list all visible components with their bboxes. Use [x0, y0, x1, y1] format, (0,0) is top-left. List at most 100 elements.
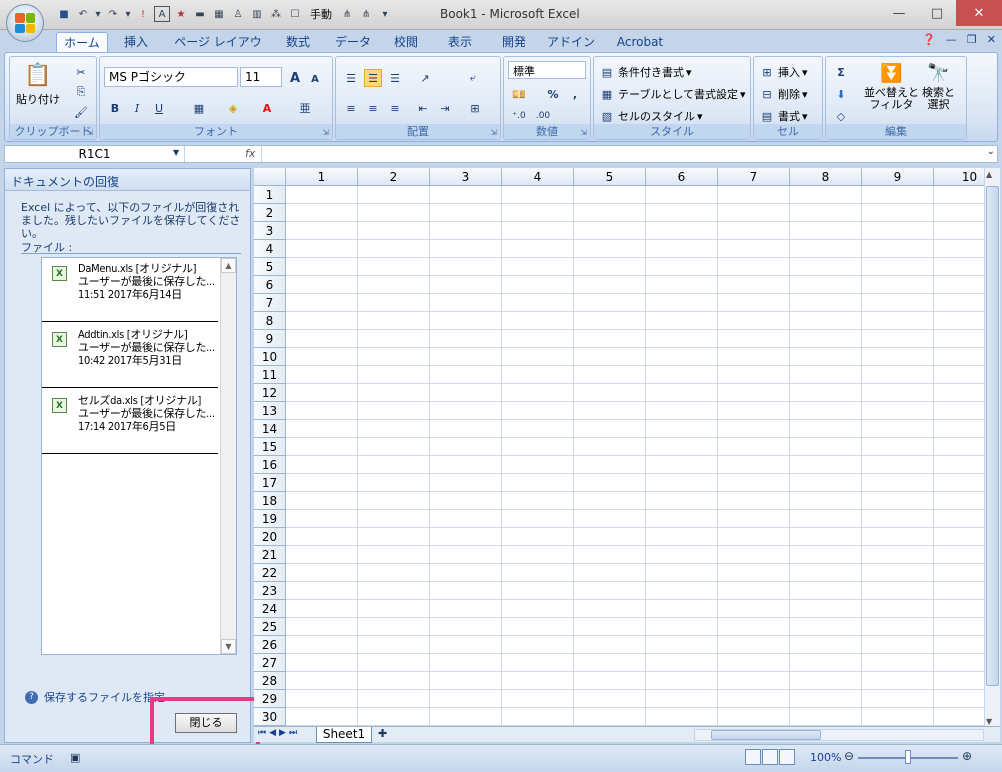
help-link[interactable]: ? 保存するファイルを指定 [25, 689, 165, 705]
row-header[interactable]: 10 [254, 348, 286, 366]
normal-view-button[interactable] [745, 749, 761, 765]
tab-page-layout[interactable]: ページ レイアウト [172, 32, 264, 69]
comma-button[interactable]: , [566, 85, 584, 103]
star-icon[interactable]: ★ [173, 6, 189, 22]
insert-cells-button[interactable]: ⊞ 挿入 ▾ [758, 63, 807, 81]
row-header[interactable]: 14 [254, 420, 286, 438]
zoom-level[interactable]: 100% [810, 751, 841, 764]
tab-view[interactable]: 表示 [440, 32, 480, 52]
font-launcher-icon[interactable]: ⇲ [322, 128, 329, 137]
tree2-icon[interactable]: ⋔ [358, 6, 374, 22]
dots-icon[interactable]: ⁂ [268, 6, 284, 22]
tab-developer[interactable]: 開発 [494, 32, 534, 52]
font-size-select[interactable]: 11 [240, 67, 282, 87]
scroll-up-icon[interactable]: ▲ [221, 258, 236, 273]
select-all-corner[interactable] [254, 168, 286, 186]
sheet-tab[interactable]: Sheet1 [316, 727, 372, 743]
align-middle-icon[interactable]: ☰ [364, 69, 382, 87]
customize-qat-icon[interactable]: ▾ [377, 6, 393, 22]
tab-home[interactable]: ホーム [56, 32, 108, 52]
font-color-icon[interactable]: A [258, 99, 276, 117]
fill-icon[interactable]: ⬇ [832, 85, 850, 103]
align-top-icon[interactable]: ☰ [342, 69, 360, 87]
percent-button[interactable]: % [544, 85, 562, 103]
list-item[interactable]: X セルズda.xls [オリジナル] ユーザーが最後に保存した... 17:1… [42, 390, 218, 454]
cell-area[interactable] [286, 186, 984, 728]
insert-function-button[interactable]: fx [245, 147, 255, 160]
checkbox-icon[interactable]: ☐ [287, 6, 303, 22]
ribbon-close-icon[interactable]: ✕ [987, 33, 996, 46]
increase-decimal-icon[interactable]: ⁺.0 [510, 107, 528, 125]
formula-input[interactable] [265, 147, 985, 161]
currency-icon[interactable]: 💴 [510, 85, 528, 103]
horizontal-scrollbar[interactable] [694, 729, 984, 741]
column-header[interactable]: 1 [286, 168, 358, 186]
bold-button[interactable]: B [106, 99, 124, 117]
row-header[interactable]: 2 [254, 204, 286, 222]
vertical-scroll-thumb[interactable] [986, 186, 999, 686]
borders-icon[interactable]: ▦ [190, 99, 208, 117]
list-item[interactable]: X DaMenu.xls [オリジナル] ユーザーが最後に保存した... 11:… [42, 258, 218, 322]
ribbon-restore-icon[interactable]: ❐ [967, 33, 977, 46]
row-header[interactable]: 15 [254, 438, 286, 456]
number-launcher-icon[interactable]: ⇲ [580, 128, 587, 137]
close-window-button[interactable]: ✕ [956, 0, 1002, 26]
column-header[interactable]: 4 [502, 168, 574, 186]
row-header[interactable]: 9 [254, 330, 286, 348]
row-header[interactable]: 13 [254, 402, 286, 420]
row-header[interactable]: 11 [254, 366, 286, 384]
help-icon[interactable]: ❓ [922, 33, 936, 46]
row-header[interactable]: 25 [254, 618, 286, 636]
file-list-scrollbar[interactable]: ▲ ▼ [220, 258, 236, 654]
row-header[interactable]: 4 [254, 240, 286, 258]
tree-icon[interactable]: ⋔ [339, 6, 355, 22]
zoom-slider-thumb[interactable] [905, 750, 911, 764]
cell-styles-button[interactable]: ▧ セルのスタイル ▾ [598, 107, 703, 125]
tab-acrobat[interactable]: Acrobat [610, 32, 670, 52]
clear-icon[interactable]: ◇ [832, 107, 850, 125]
row-header[interactable]: 16 [254, 456, 286, 474]
row-header[interactable]: 8 [254, 312, 286, 330]
row-header[interactable]: 29 [254, 690, 286, 708]
vertical-scrollbar[interactable]: ▲ ▼ [984, 168, 1000, 728]
row-header[interactable]: 3 [254, 222, 286, 240]
format-as-table-button[interactable]: ▦ テーブルとして書式設定 ▾ [598, 85, 746, 103]
column-header[interactable]: 2 [358, 168, 430, 186]
name-box-dropdown-icon[interactable]: ▼ [173, 148, 179, 157]
wrap-text-icon[interactable]: ⤶ [464, 69, 482, 87]
row-header[interactable]: 18 [254, 492, 286, 510]
shrink-font-button[interactable]: A [306, 70, 324, 88]
row-header[interactable]: 19 [254, 510, 286, 528]
delete-cells-button[interactable]: ⊟ 削除 ▾ [758, 85, 807, 103]
row-header[interactable]: 23 [254, 582, 286, 600]
column-header[interactable]: 6 [646, 168, 718, 186]
undo-dropdown-icon[interactable]: ▾ [94, 6, 102, 22]
paste-button[interactable]: 📋 貼り付け [16, 61, 60, 107]
align-right-icon[interactable]: ≡ [386, 99, 404, 117]
row-header[interactable]: 30 [254, 708, 286, 726]
table-icon[interactable]: ▦ [211, 6, 227, 22]
calc-manual-label[interactable]: 手動 [306, 6, 336, 22]
tab-addins[interactable]: アドイン [544, 32, 598, 52]
copy-icon[interactable]: ⎘ [72, 83, 90, 101]
column-header[interactable]: 9 [862, 168, 934, 186]
page-break-view-button[interactable] [779, 749, 795, 765]
ribbon-minimize-icon[interactable]: — [946, 33, 957, 46]
person-icon[interactable]: ♙ [230, 6, 246, 22]
expand-formula-icon[interactable]: ⌄ [987, 146, 995, 157]
number-format-select[interactable]: 標準 [508, 61, 586, 79]
minimize-button[interactable]: — [880, 0, 918, 26]
align-left-icon[interactable]: ≡ [342, 99, 360, 117]
italic-button[interactable]: I [128, 99, 146, 117]
autosum-icon[interactable]: Σ [832, 63, 850, 81]
underline-button[interactable]: U [150, 99, 168, 117]
save-icon[interactable]: ■ [56, 6, 72, 22]
redo-icon[interactable]: ↷ [105, 6, 121, 22]
row-header[interactable]: 22 [254, 564, 286, 582]
format-painter-icon[interactable]: 🖌 [72, 103, 90, 121]
row-header[interactable]: 21 [254, 546, 286, 564]
row-header[interactable]: 5 [254, 258, 286, 276]
clipboard-launcher-icon[interactable]: ⇲ [86, 128, 93, 137]
format-cells-button[interactable]: ▤ 書式 ▾ [758, 107, 808, 125]
increase-indent-icon[interactable]: ⇥ [436, 99, 454, 117]
